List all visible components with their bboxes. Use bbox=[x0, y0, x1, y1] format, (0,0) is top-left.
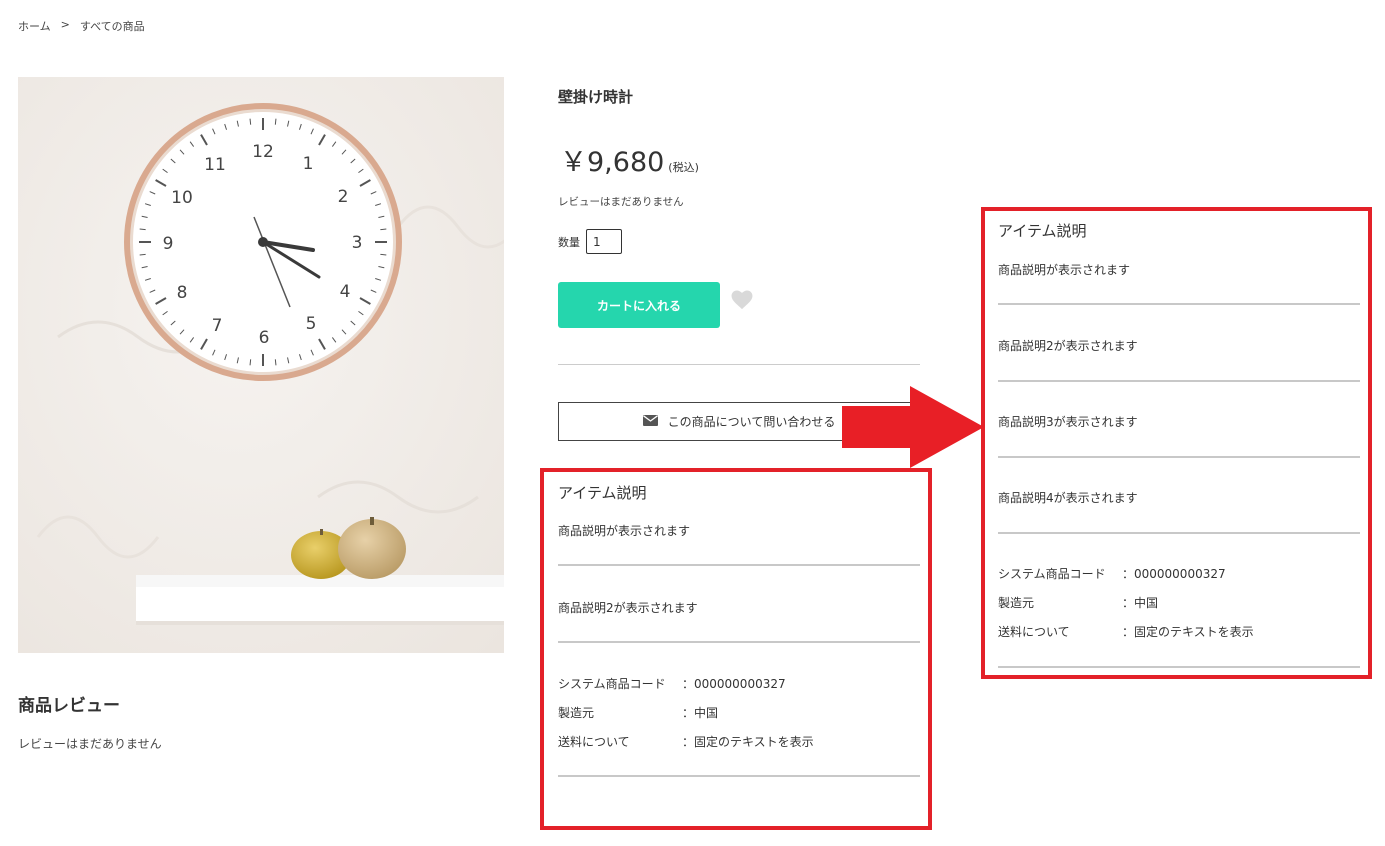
item-description-panel-after: アイテム説明 商品説明が表示されます 商品説明2が表示されます 商品説明3が表示… bbox=[981, 207, 1372, 679]
product-image: 12 1 2 3 4 5 6 7 8 9 10 11 bbox=[18, 77, 504, 653]
product-title: 壁掛け時計 bbox=[558, 88, 634, 106]
divider bbox=[558, 564, 920, 566]
arrow-right-icon bbox=[842, 386, 984, 472]
spec-value: ：中国 bbox=[1122, 596, 1159, 610]
spec-row-product-code: システム商品コード ：000000000327 bbox=[558, 675, 786, 692]
envelope-icon bbox=[642, 414, 658, 429]
spec-key: 送料について bbox=[998, 625, 1070, 639]
svg-text:2: 2 bbox=[338, 187, 349, 207]
divider bbox=[998, 303, 1360, 305]
description-item: 商品説明4が表示されます bbox=[998, 491, 1138, 505]
divider bbox=[998, 456, 1360, 458]
svg-text:10: 10 bbox=[171, 188, 193, 208]
spec-value: ：000000000327 bbox=[1122, 567, 1226, 581]
product-price: ￥9,680 bbox=[560, 147, 665, 178]
svg-text:9: 9 bbox=[163, 234, 174, 254]
divider bbox=[998, 532, 1360, 534]
spec-value: ：固定のテキストを表示 bbox=[682, 735, 814, 749]
svg-text:6: 6 bbox=[259, 328, 270, 348]
divider bbox=[558, 775, 920, 777]
breadcrumb-current-link[interactable]: すべての商品 bbox=[80, 18, 145, 34]
breadcrumb-home-link[interactable]: ホーム bbox=[18, 18, 51, 34]
description-item: 商品説明が表示されます bbox=[998, 263, 1131, 277]
spec-row-manufacturer: 製造元 ：中国 bbox=[998, 594, 1158, 611]
spec-key: 送料について bbox=[558, 735, 630, 749]
description-item: 商品説明が表示されます bbox=[558, 524, 691, 538]
spec-value: ：000000000327 bbox=[682, 677, 786, 691]
breadcrumb: ホーム > すべての商品 bbox=[18, 18, 145, 34]
quantity-label: 数量 bbox=[558, 235, 580, 249]
quantity-row: 数量 bbox=[558, 229, 622, 254]
svg-text:12: 12 bbox=[252, 142, 274, 162]
review-summary: レビューはまだありません bbox=[558, 196, 684, 208]
spec-key: システム商品コード bbox=[998, 567, 1106, 581]
spec-value: ：中国 bbox=[682, 706, 719, 720]
description-item: 商品説明2が表示されます bbox=[558, 601, 698, 615]
heart-icon[interactable] bbox=[731, 290, 753, 314]
item-description-heading: アイテム説明 bbox=[998, 222, 1087, 240]
spec-row-shipping: 送料について ：固定のテキストを表示 bbox=[998, 623, 1254, 640]
svg-text:5: 5 bbox=[306, 314, 317, 334]
tax-label: (税込) bbox=[668, 161, 699, 174]
reviews-heading: 商品レビュー bbox=[18, 696, 120, 716]
divider bbox=[998, 666, 1360, 668]
price-row: ￥9,680 (税込) bbox=[560, 140, 699, 179]
spec-key: システム商品コード bbox=[558, 677, 666, 691]
wall-clock-photo: 12 1 2 3 4 5 6 7 8 9 10 11 bbox=[18, 77, 504, 653]
svg-text:1: 1 bbox=[303, 154, 314, 174]
spec-key: 製造元 bbox=[558, 706, 595, 720]
spec-row-manufacturer: 製造元 ：中国 bbox=[558, 704, 718, 721]
svg-text:4: 4 bbox=[340, 282, 351, 302]
inquiry-label: この商品について問い合わせる bbox=[667, 415, 836, 429]
item-description-panel-before: アイテム説明 商品説明が表示されます 商品説明2が表示されます システム商品コー… bbox=[540, 468, 932, 830]
svg-text:7: 7 bbox=[212, 316, 223, 336]
description-item: 商品説明3が表示されます bbox=[998, 415, 1138, 429]
svg-text:3: 3 bbox=[352, 233, 363, 253]
svg-text:11: 11 bbox=[204, 155, 226, 175]
divider bbox=[558, 641, 920, 643]
add-to-cart-button[interactable]: カートに入れる bbox=[558, 282, 720, 328]
quantity-input[interactable] bbox=[586, 229, 622, 254]
divider bbox=[998, 380, 1360, 382]
reviews-empty-text: レビューはまだありません bbox=[18, 737, 162, 751]
spec-value: ：固定のテキストを表示 bbox=[1122, 625, 1254, 639]
svg-text:8: 8 bbox=[177, 283, 188, 303]
item-description-heading: アイテム説明 bbox=[558, 484, 647, 502]
divider bbox=[558, 364, 920, 365]
spec-row-shipping: 送料について ：固定のテキストを表示 bbox=[558, 733, 814, 750]
spec-row-product-code: システム商品コード ：000000000327 bbox=[998, 565, 1226, 582]
description-item: 商品説明2が表示されます bbox=[998, 339, 1138, 353]
breadcrumb-separator: > bbox=[60, 18, 70, 31]
spec-key: 製造元 bbox=[998, 596, 1035, 610]
